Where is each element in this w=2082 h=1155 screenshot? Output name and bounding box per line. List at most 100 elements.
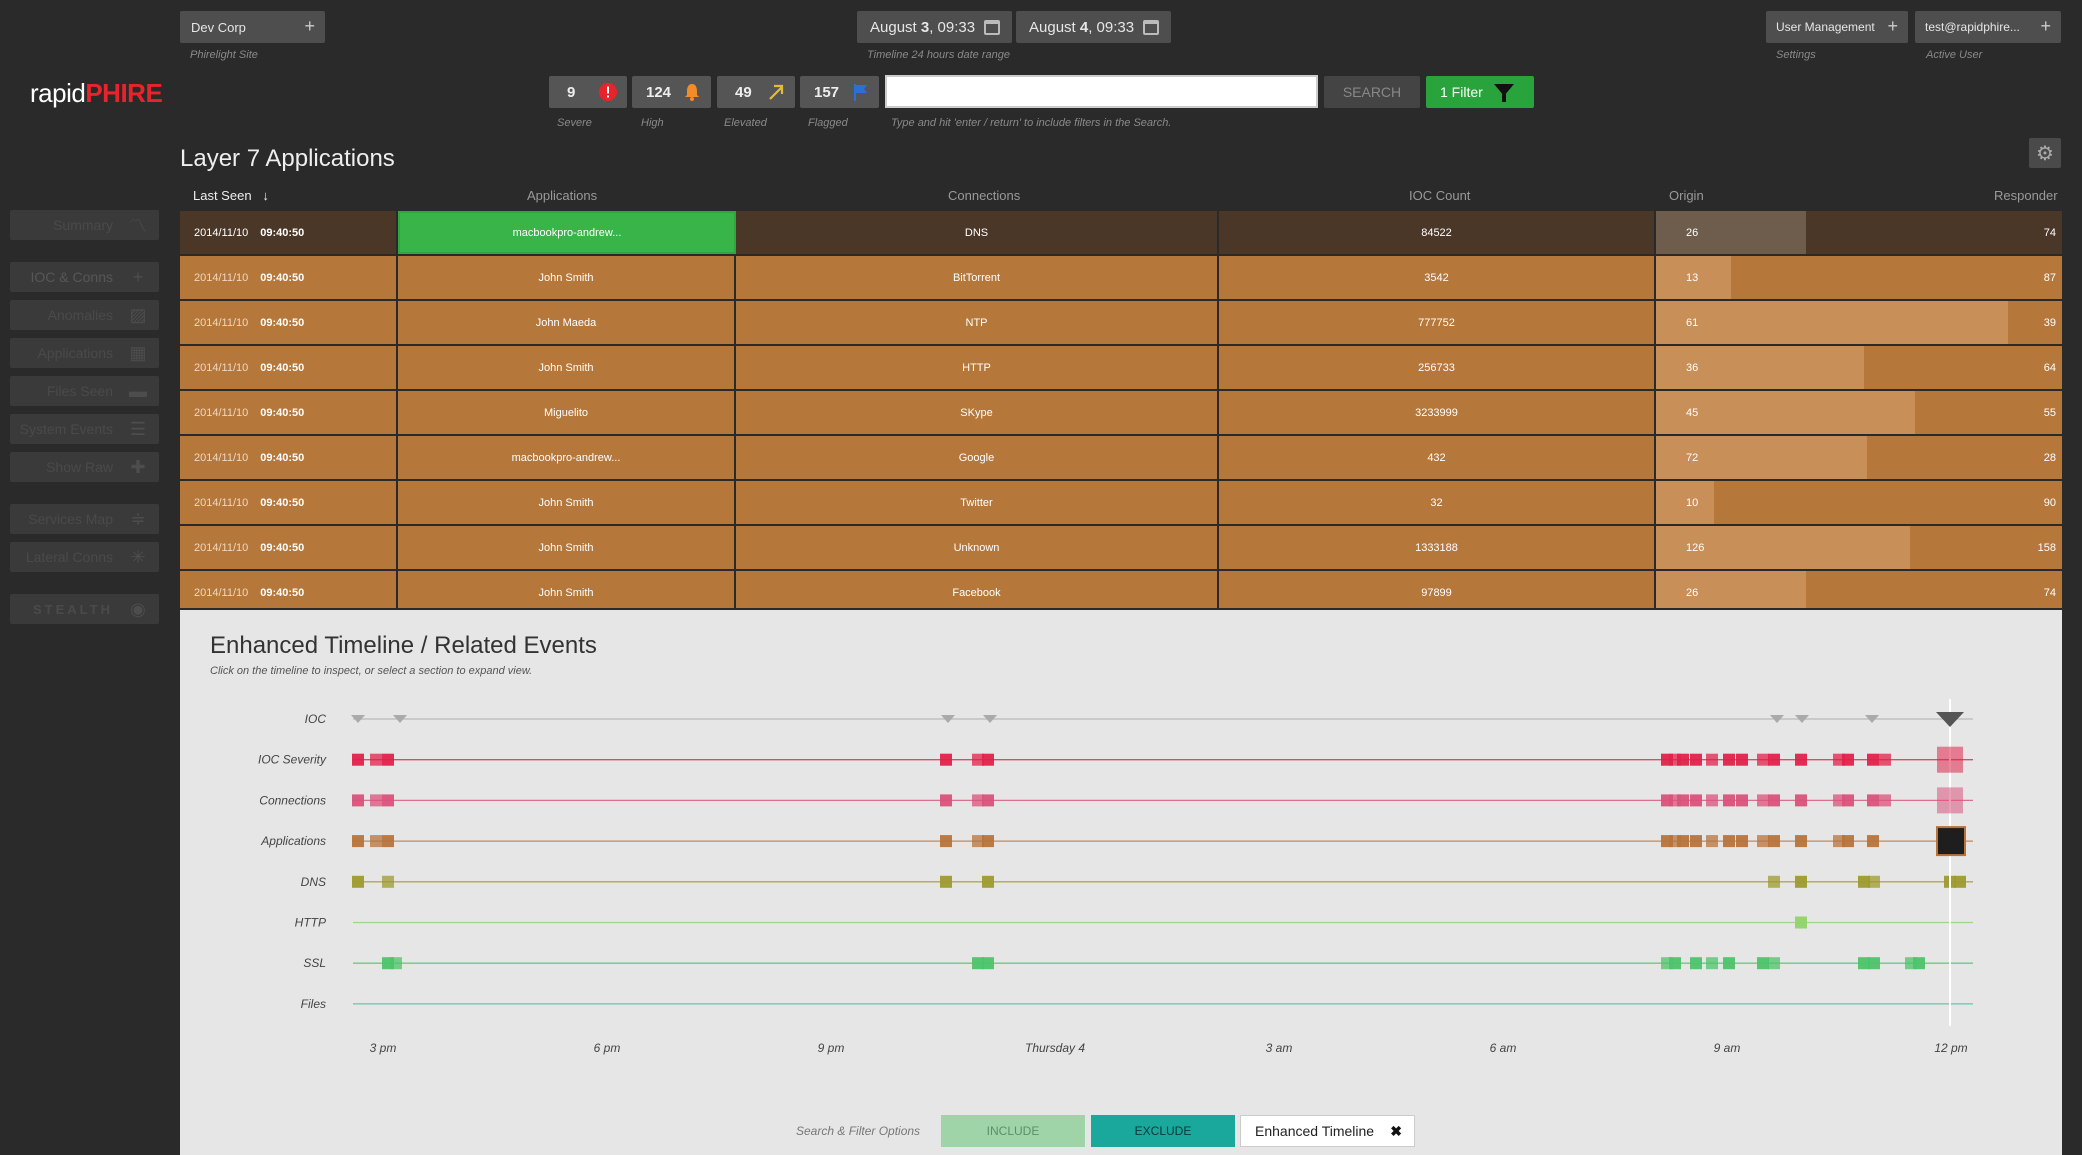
search-input[interactable] xyxy=(885,75,1318,108)
enhanced-timeline-tag[interactable]: Enhanced Timeline ✖ xyxy=(1240,1115,1415,1147)
sidebar-item-anomalies[interactable]: Anomalies ▨ xyxy=(10,300,159,330)
sidebar-item-stealth[interactable]: STEALTH ◉ xyxy=(10,594,159,624)
timeline-event-marker xyxy=(982,835,994,848)
close-icon[interactable]: ✖ xyxy=(1390,1123,1402,1140)
timeline-event-marker xyxy=(1706,957,1718,970)
column-origin[interactable]: Origin xyxy=(1669,188,1704,203)
sidebar-item-label: Services Map xyxy=(28,511,113,527)
column-connections[interactable]: Connections xyxy=(948,188,1020,203)
start-date-button[interactable]: August 3, 09:33 xyxy=(857,11,1012,43)
origin-value: 36 xyxy=(1686,361,1699,374)
brand-logo[interactable]: rapidPHIRE xyxy=(30,78,163,109)
connection-cell[interactable]: Google xyxy=(736,436,1219,479)
timeline-event-marker xyxy=(1795,916,1807,929)
application-cell[interactable]: John Maeda xyxy=(398,301,736,344)
timeline-event-marker xyxy=(1677,794,1689,807)
end-date-button[interactable]: August 4, 09:33 xyxy=(1016,11,1171,43)
application-cell[interactable]: John Smith xyxy=(398,346,736,389)
sidebar-item-services-map[interactable]: Services Map ≑ xyxy=(10,504,159,534)
origin-responder-cell: 10 90 xyxy=(1656,481,2062,524)
include-button[interactable]: INCLUDE xyxy=(941,1115,1085,1147)
severe-counter[interactable]: 9 xyxy=(549,76,627,108)
site-selector[interactable]: Dev Corp + xyxy=(180,11,325,43)
timeline-event-marker xyxy=(1690,753,1702,766)
table-row[interactable]: 2014/11/10 09:40:50 macbookpro-andrew... Go… xyxy=(180,436,2062,479)
column-applications[interactable]: Applications xyxy=(527,188,597,203)
timeline-event-marker xyxy=(940,875,952,888)
table-row[interactable]: 2014/11/10 09:40:50 John Maeda NTP 777752 61 3… xyxy=(180,301,2062,344)
application-cell[interactable]: Miguelito xyxy=(398,391,736,434)
plus-icon[interactable]: + xyxy=(304,16,315,37)
application-cell[interactable]: macbookpro-andrew... xyxy=(398,436,736,479)
column-ioc-count[interactable]: IOC Count xyxy=(1409,188,1470,203)
connection-cell[interactable]: Twitter xyxy=(736,481,1219,524)
sidebar-item-system-events[interactable]: System Events ☰ xyxy=(10,414,159,444)
table-row[interactable]: 2014/11/10 09:40:50 John Smith Unknown 13331… xyxy=(180,526,2062,569)
connection-cell[interactable]: BitTorrent xyxy=(736,256,1219,299)
gear-icon[interactable]: ⚙ xyxy=(2029,138,2061,168)
timeline-event-marker xyxy=(352,753,364,766)
sidebar-item-ioc-conns[interactable]: IOC & Conns + xyxy=(10,262,159,292)
application-cell[interactable]: John Smith xyxy=(398,481,736,524)
plus-icon[interactable]: + xyxy=(1887,16,1898,37)
connection-cell[interactable]: NTP xyxy=(736,301,1219,344)
timeline-event-marker xyxy=(370,835,382,848)
alert-icon xyxy=(599,83,617,101)
last-seen-cell: 2014/11/10 09:40:50 xyxy=(180,571,398,608)
sidebar-item-label: Files Seen xyxy=(46,383,113,399)
table-row[interactable]: 2014/11/10 09:40:50 macbookpro-andrew... DN… xyxy=(180,211,2062,254)
sidebar-item-label: Summary xyxy=(53,217,113,233)
column-responder[interactable]: Responder xyxy=(1994,188,2058,203)
sidebar-item-lateral-conns[interactable]: Lateral Conns ✳ xyxy=(10,542,159,572)
table-row[interactable]: 2014/11/10 09:40:50 John Smith Twitter 32 10 9… xyxy=(180,481,2062,524)
lane-label: IOC xyxy=(305,712,327,726)
column-last-seen[interactable]: Last Seen ↓ xyxy=(193,188,269,203)
timeline-event-marker xyxy=(940,753,952,766)
timeline-event-marker xyxy=(1842,835,1854,848)
high-counter[interactable]: 124 xyxy=(632,76,711,108)
timeline-event-marker xyxy=(1736,753,1748,766)
connection-cell[interactable]: Facebook xyxy=(736,571,1219,608)
timeline-event-marker xyxy=(982,957,994,970)
sidebar-item-summary[interactable]: Summary 〽 xyxy=(10,210,159,240)
ioc-count-cell: 3542 xyxy=(1219,256,1656,299)
filter-button-label: 1 Filter xyxy=(1440,84,1483,100)
timeline-event-marker xyxy=(1690,957,1702,970)
selected-application-marker xyxy=(1936,826,1966,857)
timeline-chart[interactable]: IOC IOC Severity Connections Applications DN… xyxy=(180,610,2062,1110)
connection-cell[interactable]: DNS xyxy=(736,211,1219,254)
search-button[interactable]: SEARCH xyxy=(1324,76,1420,108)
elevated-counter[interactable]: 49 xyxy=(717,76,795,108)
user-management-button[interactable]: User Management + xyxy=(1766,11,1908,43)
origin-value: 61 xyxy=(1686,316,1699,329)
sort-down-icon[interactable]: ↓ xyxy=(262,188,269,203)
application-cell[interactable]: John Smith xyxy=(398,526,736,569)
table-row[interactable]: 2014/11/10 09:40:50 Miguelito SKype 3233999 4… xyxy=(180,391,2062,434)
connection-cell[interactable]: HTTP xyxy=(736,346,1219,389)
timeline-event-marker xyxy=(982,753,994,766)
application-cell[interactable]: John Smith xyxy=(398,571,736,608)
sidebar-item-files-seen[interactable]: Files Seen ▬ xyxy=(10,376,159,406)
table-header: Last Seen ↓ Applications Connections IOC… xyxy=(180,186,2062,210)
application-cell[interactable]: macbookpro-andrew... xyxy=(398,211,736,254)
plus-icon[interactable]: + xyxy=(2040,16,2051,37)
sidebar-item-applications[interactable]: Applications ▦ xyxy=(10,338,159,368)
connection-cell[interactable]: Unknown xyxy=(736,526,1219,569)
table-row[interactable]: 2014/11/10 09:40:50 John Smith Facebook 9789… xyxy=(180,571,2062,608)
table-row[interactable]: 2014/11/10 09:40:50 John Smith BitTorrent 35… xyxy=(180,256,2062,299)
timeline-event-marker xyxy=(1690,835,1702,848)
filter-button[interactable]: 1 Filter xyxy=(1426,76,1534,108)
connection-cell[interactable]: SKype xyxy=(736,391,1219,434)
flagged-counter[interactable]: 157 xyxy=(800,76,879,108)
active-user-button[interactable]: test@rapidphire... + xyxy=(1915,11,2061,43)
lane-label: Files xyxy=(301,997,326,1011)
timeline-event-marker xyxy=(1954,875,1966,888)
lane-label: HTTP xyxy=(295,916,326,930)
table-row[interactable]: 2014/11/10 09:40:50 John Smith HTTP 256733 36… xyxy=(180,346,2062,389)
application-cell[interactable]: John Smith xyxy=(398,256,736,299)
site-value: Dev Corp xyxy=(191,19,246,35)
severe-label: Severe xyxy=(557,117,592,129)
exclude-button[interactable]: EXCLUDE xyxy=(1091,1115,1235,1147)
responder-value: 90 xyxy=(2043,496,2056,509)
sidebar-item-show-raw[interactable]: Show Raw ✚ xyxy=(10,452,159,482)
